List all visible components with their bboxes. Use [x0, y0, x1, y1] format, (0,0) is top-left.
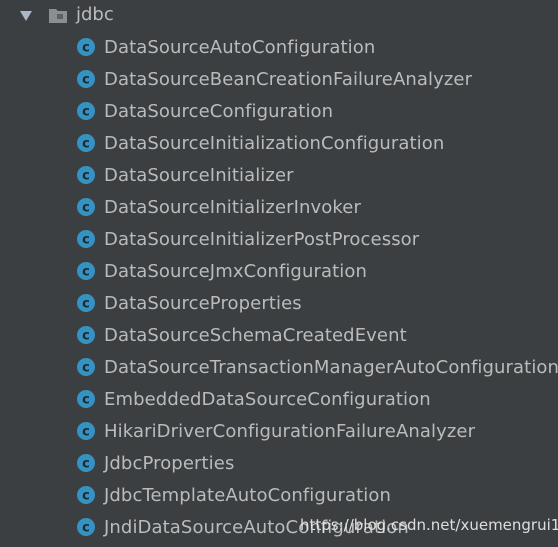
java-class-icon: c [77, 230, 95, 248]
tree-item-label: DataSourceTransactionManagerAutoConfigur… [104, 356, 558, 378]
tree-item-label: DataSourceInitializerPostProcessor [104, 228, 420, 250]
expand-arrow-icon[interactable] [20, 11, 32, 21]
tree-item-class[interactable]: c DataSourceTransactionManagerAutoConfigu… [76, 351, 558, 383]
tree-item-class[interactable]: c DataSourceInitializer [76, 159, 294, 191]
tree-item-label: JdbcProperties [104, 452, 235, 474]
svg-text:c: c [82, 265, 90, 280]
tree-item-label: DataSourceInitializerInvoker [104, 196, 361, 218]
folder-label: jdbc [76, 4, 114, 25]
svg-text:c: c [82, 361, 90, 376]
tree-item-class[interactable]: c DataSourceInitializationConfiguration [76, 127, 444, 159]
tree-item-class[interactable]: c DataSourceJmxConfiguration [76, 255, 367, 287]
java-class-icon: c [77, 70, 95, 88]
tree-item-label: EmbeddedDataSourceConfiguration [104, 388, 431, 410]
tree-item-label: DataSourceBeanCreationFailureAnalyzer [104, 68, 473, 90]
java-class-icon: c [77, 38, 95, 56]
tree-item-class[interactable]: c DataSourceInitializerPostProcessor [76, 223, 419, 255]
svg-text:c: c [82, 393, 90, 408]
tree-item-label: DataSourceJmxConfiguration [104, 260, 367, 282]
tree-item-label: DataSourceConfiguration [104, 100, 334, 122]
svg-text:c: c [82, 201, 90, 216]
tree-item-label: JdbcTemplateAutoConfiguration [104, 484, 391, 506]
svg-text:c: c [82, 297, 90, 312]
tree-item-class[interactable]: c DataSourceConfiguration [76, 95, 333, 127]
tree-item-class[interactable]: c DataSourceSchemaCreatedEvent [76, 319, 407, 351]
tree-item-class[interactable]: c JdbcTemplateAutoConfiguration [76, 479, 391, 511]
java-class-icon: c [77, 134, 95, 152]
tree-item-class[interactable]: c HikariDriverConfigurationFailureAnalyze… [76, 415, 475, 447]
java-class-icon: c [77, 102, 95, 120]
java-class-icon: c [77, 454, 95, 472]
svg-text:c: c [82, 137, 90, 152]
java-class-icon: c [77, 326, 95, 344]
tree-item-label: DataSourceAutoConfiguration [104, 36, 376, 58]
tree-item-class[interactable]: c JdbcProperties [76, 447, 234, 479]
project-tree: jdbc c DataSourceAutoConfiguration c DataSo… [0, 0, 558, 547]
tree-item-class[interactable]: c DataSourceAutoConfiguration [76, 31, 375, 63]
package-folder-icon [49, 9, 67, 23]
java-class-icon: c [77, 486, 95, 504]
svg-text:c: c [82, 41, 90, 56]
svg-text:c: c [82, 105, 90, 120]
java-class-icon: c [77, 198, 95, 216]
tree-item-label: DataSourceProperties [104, 292, 302, 314]
svg-text:c: c [82, 521, 90, 536]
java-class-icon: c [77, 422, 95, 440]
tree-item-label: DataSourceInitializationConfiguration [104, 132, 445, 154]
java-class-icon: c [77, 518, 95, 536]
tree-item-class[interactable]: c EmbeddedDataSourceConfiguration [76, 383, 431, 415]
java-class-icon: c [77, 358, 95, 376]
tree-item-class[interactable]: c DataSourceBeanCreationFailureAnalyzer [76, 63, 472, 95]
tree-item-label: DataSourceInitializer [104, 164, 294, 186]
tree-item-label: HikariDriverConfigurationFailureAnalyzer [104, 420, 476, 442]
watermark-text: https://blog.csdn.net/xuemengrui12 [300, 516, 558, 534]
tree-item-label: DataSourceSchemaCreatedEvent [104, 324, 407, 346]
svg-text:c: c [82, 457, 90, 472]
java-class-icon: c [77, 166, 95, 184]
tree-item-class[interactable]: c DataSourceProperties [76, 287, 302, 319]
java-class-icon: c [77, 262, 95, 280]
svg-text:c: c [82, 169, 90, 184]
java-class-icon: c [77, 390, 95, 408]
java-class-icon: c [77, 294, 95, 312]
svg-text:c: c [82, 73, 90, 88]
svg-text:c: c [82, 329, 90, 344]
svg-text:c: c [82, 489, 90, 504]
svg-text:c: c [82, 425, 90, 440]
tree-item-class[interactable]: c DataSourceInitializerInvoker [76, 191, 361, 223]
svg-text:c: c [82, 233, 90, 248]
